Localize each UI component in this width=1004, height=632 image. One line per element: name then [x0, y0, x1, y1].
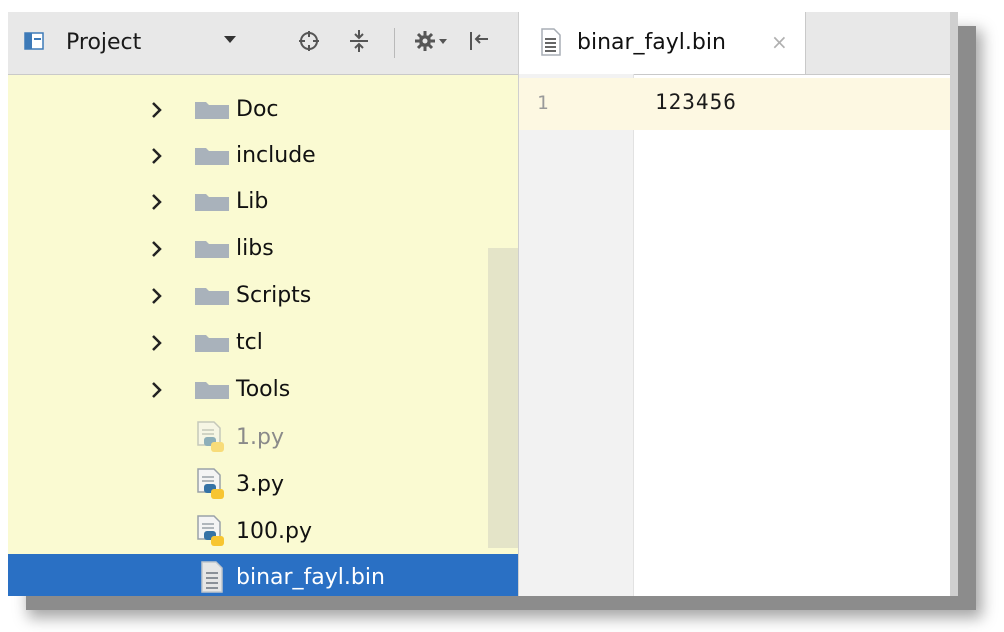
- screenshot-stage: Project Doc include Lib libs Scripts tcl…: [0, 0, 1004, 632]
- tree-item-label: 100.py: [236, 519, 312, 544]
- locate-target-icon[interactable]: [294, 26, 324, 56]
- project-panel-title[interactable]: Project: [66, 30, 141, 55]
- tree-item-label: binar_fayl.bin: [236, 565, 385, 590]
- folder-icon: [195, 381, 229, 399]
- tree-item-label: 1.py: [236, 425, 284, 450]
- project-tree: Doc include Lib libs Scripts tcl Tools 1…: [8, 74, 518, 596]
- editor-tab-bar: binar_fayl.bin ×: [519, 12, 958, 75]
- project-view-icon[interactable]: [24, 32, 44, 50]
- chevron-right-icon[interactable]: [147, 192, 167, 212]
- tree-item-label: libs: [236, 236, 274, 261]
- chevron-right-icon[interactable]: [147, 333, 167, 353]
- python-file-icon: [197, 514, 224, 546]
- tab-label: binar_fayl.bin: [577, 30, 726, 55]
- text-file-icon: [201, 561, 223, 593]
- tree-item-include[interactable]: include: [8, 132, 518, 179]
- current-line-highlight: [519, 78, 958, 130]
- python-file-icon: [197, 420, 224, 452]
- tree-item-libs[interactable]: libs: [8, 225, 518, 272]
- tree-item-label: 3.py: [236, 472, 284, 497]
- tree-item-tcl[interactable]: tcl: [8, 319, 518, 366]
- tree-item-label: Scripts: [236, 283, 312, 308]
- chevron-right-icon[interactable]: [147, 380, 167, 400]
- folder-icon: [195, 193, 229, 211]
- text-file-icon: [541, 28, 561, 56]
- tree-item-scripts[interactable]: Scripts: [8, 272, 518, 319]
- toolbar-separator: [394, 28, 395, 58]
- tree-item-label: Tools: [236, 377, 291, 402]
- ide-window: Project Doc include Lib libs Scripts tcl…: [8, 12, 958, 596]
- project-toolbar: Project: [8, 12, 518, 75]
- folder-icon: [195, 147, 229, 165]
- dropdown-arrow-icon[interactable]: [224, 36, 236, 43]
- folder-icon: [195, 101, 229, 119]
- chevron-right-icon[interactable]: [147, 100, 167, 120]
- tree-item-label: Doc: [236, 97, 279, 122]
- python-file-icon: [197, 467, 224, 499]
- tree-scrollbar[interactable]: [488, 248, 518, 548]
- project-panel: Project Doc include Lib libs Scripts tcl…: [8, 12, 519, 596]
- tree-item-3-py[interactable]: 3.py: [8, 461, 518, 508]
- folder-icon: [195, 240, 229, 258]
- editor-pane: binar_fayl.bin × 1 123456: [519, 12, 958, 596]
- tree-item-label: Lib: [236, 189, 269, 214]
- chevron-right-icon[interactable]: [147, 146, 167, 166]
- tab-binar-fayl-bin[interactable]: binar_fayl.bin ×: [519, 12, 806, 74]
- close-icon[interactable]: ×: [771, 32, 788, 52]
- tree-item-label: tcl: [236, 330, 263, 355]
- tree-item-label: include: [236, 143, 316, 168]
- hide-panel-icon[interactable]: [464, 26, 494, 56]
- tree-item-lib[interactable]: Lib: [8, 178, 518, 225]
- folder-icon: [195, 334, 229, 352]
- tree-item-tools[interactable]: Tools: [8, 366, 518, 413]
- gear-icon[interactable]: [412, 26, 450, 56]
- tree-item-binar-fayl-bin[interactable]: binar_fayl.bin: [8, 554, 518, 596]
- code-line[interactable]: 123456: [655, 90, 737, 114]
- line-number: 1: [537, 92, 549, 114]
- collapse-all-icon[interactable]: [344, 26, 374, 56]
- tree-item-doc[interactable]: Doc: [8, 86, 518, 133]
- chevron-right-icon[interactable]: [147, 286, 167, 306]
- folder-icon: [195, 287, 229, 305]
- line-number-gutter: [519, 74, 634, 596]
- chevron-right-icon[interactable]: [147, 239, 167, 259]
- tree-item-1-py[interactable]: 1.py: [8, 414, 518, 461]
- tree-item-100-py[interactable]: 100.py: [8, 508, 518, 555]
